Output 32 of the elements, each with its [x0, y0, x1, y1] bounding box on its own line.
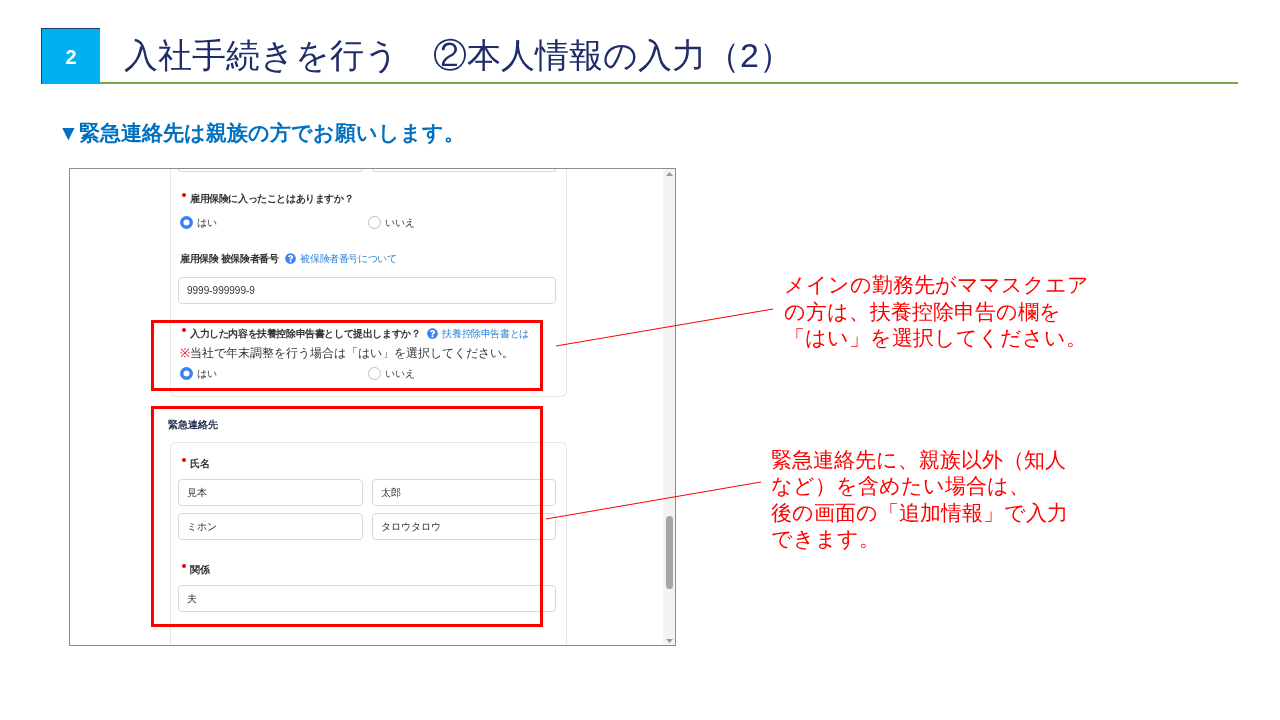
text-field[interactable]: 夫 [178, 585, 556, 612]
scrollbar-thumb[interactable] [665, 516, 673, 589]
input-field[interactable] [178, 169, 363, 172]
help-link[interactable]: 扶養控除申告書とは [427, 325, 529, 341]
field-label: 雇用保険に入ったことはありますか？ [190, 191, 354, 206]
help-icon [427, 327, 439, 339]
field-label: 入力した内容を扶養控除申告書として提出しますか？ [190, 326, 421, 341]
scroll-down-icon[interactable] [665, 639, 673, 643]
text-field[interactable]: 見本 [178, 479, 363, 506]
slide-subtitle: ▼緊急連絡先は親族の方でお願いします。 [58, 120, 465, 146]
radio-option[interactable]: いいえ [368, 365, 415, 381]
text-field[interactable]: 太郎 [371, 479, 556, 506]
section-heading: 緊急連絡先 [168, 418, 218, 432]
callout-text: 緊急連絡先に、親族以外（知人 など）を含めたい場合は、 後の画面の「追加情報」で入力 できます。 [771, 446, 1069, 552]
text-field[interactable]: ミホン [178, 513, 363, 540]
help-icon [285, 252, 297, 264]
text-field[interactable]: タロウタロウ [371, 513, 556, 540]
section-number-badge: 2 [41, 28, 100, 84]
slide-title: 入社手続きを行う ②本人情報の入力（2） [124, 35, 793, 76]
radio-option[interactable]: はい [180, 214, 368, 230]
field-label: 雇用保険 被保険者番号 [179, 251, 279, 266]
radio-option[interactable]: いいえ [368, 214, 415, 230]
radio-option[interactable]: はい [180, 365, 368, 381]
note-text: 当社で年末調整を行う場合は「はい」を選択してください。 [190, 345, 514, 362]
scroll-up-icon[interactable] [665, 172, 673, 176]
note-mark: ※ [180, 345, 190, 362]
field-label: 関係 [190, 562, 210, 577]
field-label: 氏名 [190, 456, 210, 471]
help-link[interactable]: 被保険者番号について [285, 250, 397, 266]
scrollbar[interactable] [663, 169, 675, 645]
callout-text: メインの勤務先がママスクエア の方は、扶養控除申告の欄を 「はい」を選択してください。 [784, 272, 1089, 351]
text-field[interactable]: 9999-999999-9 [178, 277, 556, 304]
